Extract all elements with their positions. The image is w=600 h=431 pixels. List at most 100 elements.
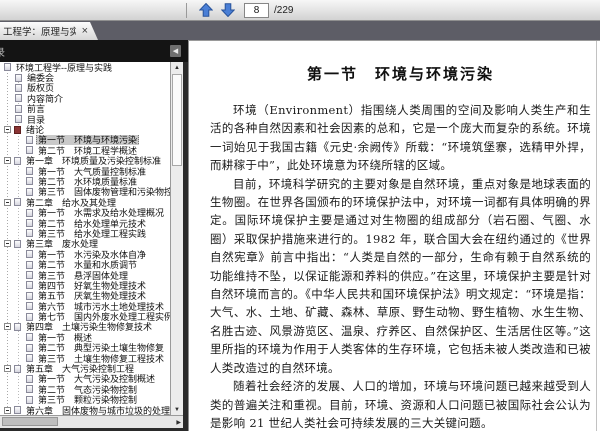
bookmark-icon (15, 73, 22, 82)
document-tab[interactable]: 工程学：原理与实践]... × (0, 22, 98, 40)
bookmark-item[interactable]: 版权页 (0, 83, 170, 93)
bookmarks-panel: 录 ◀ 环境工程学--原理与实践编委会版权页内容简介前言目录绪论第一节 环境与环… (0, 40, 188, 431)
bookmark-item[interactable]: 第三节 悬浮固体处理 (0, 270, 170, 280)
bookmark-item[interactable]: 环境工程学--原理与实践 (0, 62, 170, 72)
bookmark-item[interactable]: 第六节 城市污水土地处理技术 (0, 301, 170, 311)
vertical-scrollbar-thumb[interactable] (172, 74, 182, 166)
bookmark-icon (26, 135, 33, 144)
bookmark-item[interactable]: 第三节 给水处理工程实践 (0, 228, 170, 239)
bookmark-label: 第五章 大气污染控制工程 (26, 364, 135, 374)
tab-close-icon[interactable]: × (82, 26, 88, 37)
bookmark-item[interactable]: 第一节 大气污染及控制概述 (0, 374, 170, 384)
bookmarks-panel-header: 录 ◀ (0, 40, 188, 62)
toolbar-separator (186, 2, 187, 18)
document-view[interactable]: 第一节 环境与环境污染 环境（Environment）指围绕人类周围的空间及影响… (188, 40, 600, 431)
main-split: 录 ◀ 环境工程学--原理与实践编委会版权页内容简介前言目录绪论第一节 环境与环… (0, 40, 600, 431)
collapse-expander-icon[interactable] (4, 157, 11, 165)
bookmark-item[interactable]: 绪论 (0, 124, 170, 135)
collapse-panel-icon[interactable]: ◀ (170, 45, 181, 57)
bookmark-item[interactable]: 第四章 土壤污染生物修复技术 (0, 322, 170, 332)
collapse-expander-icon[interactable] (4, 240, 11, 248)
bookmark-item[interactable]: 第四节 好氧生物处理技术 (0, 280, 170, 291)
bookmark-icon (26, 302, 33, 311)
bookmark-item[interactable]: 第三节 固体废物管理和污染物控制 (0, 187, 170, 197)
page-total-label: /229 (274, 4, 294, 16)
panel-header-label: 录 (0, 44, 5, 59)
bookmark-label: 第一节 概述 (38, 332, 93, 343)
bookmark-label: 第二节 环境工程学概述 (38, 145, 138, 156)
bookmark-item[interactable]: 第六章 固体废物与城市垃圾的处理与 (0, 405, 170, 415)
bookmark-item[interactable]: 第二节 给水处理单元技术 (0, 218, 170, 228)
bookmark-label: 第五节 厌氧生物处理技术 (38, 291, 147, 301)
bookmark-icon (26, 395, 33, 404)
bookmark-item[interactable]: 第一章 环境质量及污染控制标准 (0, 156, 170, 166)
document-page: 第一节 环境与环境污染 环境（Environment）指围绕人类周围的空间及影响… (188, 41, 600, 431)
scroll-up-icon[interactable]: ▲ (174, 63, 180, 72)
page-number-input[interactable] (244, 2, 269, 18)
bookmark-label: 第三节 固体废物管理和污染物控制 (38, 187, 170, 198)
bookmark-icon (26, 146, 33, 155)
bookmark-item[interactable]: 第一节 水污染及水体自净 (0, 249, 170, 259)
bookmark-icon (26, 291, 33, 300)
bookmark-label: 环境工程学--原理与实践 (16, 62, 112, 73)
bookmark-label: 第一章 环境质量及污染控制标准 (26, 156, 162, 166)
bookmark-item[interactable]: 第三节 颗粒污染物控制 (0, 395, 170, 405)
bookmark-label: 第三节 土壤生物修复工程技术 (38, 353, 165, 364)
bookmark-item[interactable]: 第二节 水量和水质调节 (0, 259, 170, 270)
bookmark-label: 第三节 悬浮固体处理 (38, 270, 129, 281)
horizontal-scrollbar-thumb[interactable] (2, 417, 58, 426)
bookmark-icon (15, 83, 22, 92)
toolbar: /229 (0, 0, 600, 21)
bookmark-item[interactable]: 第五章 大气污染控制工程 (0, 363, 170, 374)
bookmark-label: 目录 (27, 114, 46, 125)
bookmark-label: 编委会 (27, 73, 55, 83)
bookmark-item[interactable]: 第一节 水需求及给水处理概况 (0, 207, 170, 218)
bookmark-icon (26, 219, 33, 228)
bookmark-label: 第七节 国内外废水处理工程实例 (38, 312, 170, 322)
vertical-scrollbar[interactable]: ▲ ▼ (170, 62, 183, 415)
bookmark-label: 第一节 大气质量控制标准 (38, 166, 147, 177)
bookmark-item[interactable]: 第三节 土壤生物修复工程技术 (0, 353, 170, 363)
bookmark-icon (26, 167, 33, 176)
collapse-expander-icon[interactable] (4, 365, 11, 373)
bookmark-label: 第二节 水量和水质调节 (38, 260, 138, 270)
next-page-button[interactable] (219, 1, 237, 19)
bookmark-item[interactable]: 第一节 概述 (0, 332, 170, 343)
bookmark-item[interactable]: 第一节 大气质量控制标准 (0, 166, 170, 176)
bookmark-item[interactable]: 前言 (0, 104, 170, 114)
bookmark-icon (15, 104, 22, 113)
bookmark-icon (14, 239, 21, 248)
pdf-reader-window: /229 工程学：原理与实践]... × 录 ◀ 环境工程学--原理与实践编委会… (0, 0, 600, 431)
bookmark-item[interactable]: 第二节 环境工程学概述 (0, 145, 170, 156)
bookmark-label: 第三节 给水处理工程实践 (38, 228, 147, 239)
bookmark-icon (15, 94, 22, 103)
bookmark-label: 第一节 环境与环境污染 (36, 134, 140, 146)
bookmark-item[interactable]: 第三章 废水处理 (0, 239, 170, 249)
bookmark-item[interactable]: 第二节 典型污染土壤生物修复 (0, 343, 170, 353)
bookmark-item[interactable]: 第二节 水环境质量标准 (0, 176, 170, 187)
bookmark-item[interactable]: 第七节 国内外废水处理工程实例 (0, 311, 170, 322)
bookmark-item[interactable]: 第二节 气态污染物控制 (0, 384, 170, 395)
bookmark-item[interactable]: 第二章 给水及其处理 (0, 197, 170, 207)
bookmark-icon (14, 322, 21, 331)
collapse-expander-icon[interactable] (4, 406, 11, 414)
scroll-right-icon[interactable]: ▶ (176, 418, 181, 427)
previous-page-button[interactable] (197, 1, 215, 19)
bookmark-item[interactable]: 编委会 (0, 72, 170, 83)
bookmark-label: 第二节 给水处理单元技术 (38, 218, 147, 229)
bookmark-item[interactable]: 目录 (0, 114, 170, 124)
bookmark-item[interactable]: 内容简介 (0, 93, 170, 104)
collapse-expander-icon[interactable] (4, 323, 11, 331)
arrow-up-icon (199, 3, 213, 17)
horizontal-scrollbar[interactable]: ▶ (0, 415, 183, 428)
bookmark-label: 内容简介 (27, 93, 64, 104)
bookmark-item[interactable]: 第一节 环境与环境污染 (0, 134, 170, 146)
bookmark-icon (26, 187, 33, 196)
bookmark-item[interactable]: 第五节 厌氧生物处理技术 (0, 291, 170, 301)
scroll-down-icon[interactable]: ▼ (174, 405, 180, 414)
bookmark-label: 第六节 城市污水土地处理技术 (38, 301, 165, 312)
tree-viewport: 环境工程学--原理与实践 编委会 版权页 内容简介 前言 目录 绪论 第一节 环境与环境污染第… (0, 62, 188, 415)
bookmark-icon (26, 260, 33, 269)
collapse-expander-icon[interactable] (4, 126, 11, 134)
collapse-expander-icon[interactable] (4, 198, 11, 206)
